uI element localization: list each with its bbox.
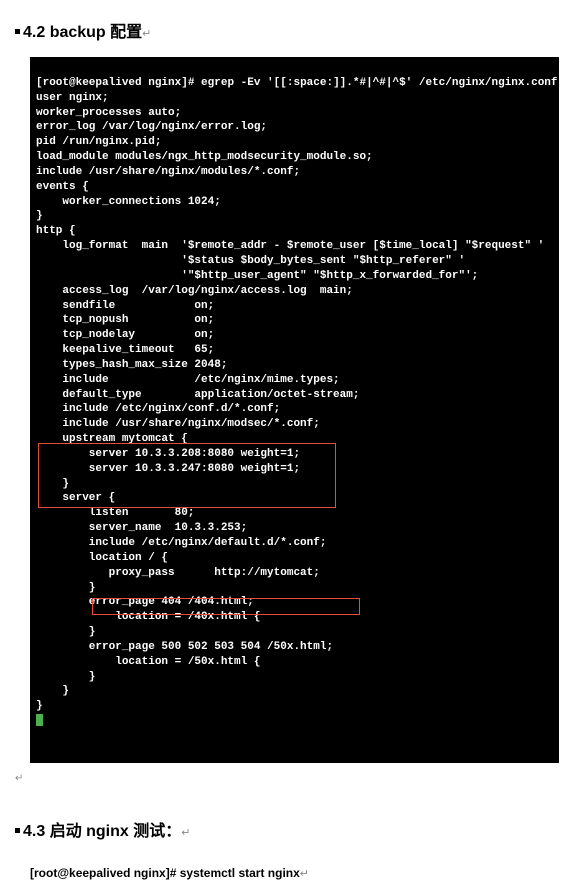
config-line: server { (36, 492, 115, 504)
config-line: http { (36, 225, 76, 237)
terminal-prompt: [root@keepalived nginx]# (36, 77, 194, 89)
command-text: systemctl start nginx (180, 866, 300, 880)
config-line: tcp_nopush on; (36, 314, 214, 326)
config-line: error_page 404 /404.html; (36, 596, 254, 608)
config-line: proxy_pass http://mytomcat; (36, 567, 320, 579)
config-line: location = /40x.html { (36, 611, 260, 623)
heading-text: 4.3 启动 nginx 测试： (23, 823, 181, 840)
config-line: include /usr/share/nginx/modules/*.conf; (36, 166, 300, 178)
config-line: } (36, 671, 95, 683)
config-line: '$status $body_bytes_sent "$http_referer… (36, 255, 465, 267)
terminal-command: egrep -Ev '[[:space:]].*#|^#|^$' /etc/ng… (201, 77, 557, 89)
config-line: sendfile on; (36, 300, 214, 312)
config-line: events { (36, 181, 89, 193)
return-marker: ↵ (181, 827, 190, 839)
config-line: load_module modules/ngx_http_modsecurity… (36, 151, 373, 163)
terminal-output: [root@keepalived nginx]# egrep -Ev '[[:s… (30, 57, 559, 763)
config-line: include /usr/share/nginx/modsec/*.conf; (36, 418, 320, 430)
config-line: } (36, 582, 95, 594)
return-marker-line: ↵ (0, 773, 578, 784)
config-line: tcp_nodelay on; (36, 329, 214, 341)
heading-text: 4.2 backup 配置 (23, 24, 142, 41)
config-line: '"$http_user_agent" "$http_x_forwarded_f… (36, 270, 478, 282)
config-line: } (36, 700, 43, 712)
config-line: } (36, 626, 95, 638)
return-marker: ↵ (300, 868, 309, 880)
config-line: server_name 10.3.3.253; (36, 522, 247, 534)
config-line: log_format main '$remote_addr - $remote_… (36, 240, 544, 252)
config-line: location = /50x.html { (36, 656, 260, 668)
config-line: } (36, 210, 43, 222)
config-line: server 10.3.3.208:8080 weight=1; (36, 448, 300, 460)
section-heading-42: 4.2 backup 配置↵ (0, 10, 578, 57)
config-line: user nginx; (36, 92, 109, 104)
cursor-icon (36, 714, 43, 726)
section-heading-43: 4.3 启动 nginx 测试：↵ (0, 809, 578, 856)
command-line: [root@keepalived nginx]# systemctl start… (0, 856, 578, 885)
config-line: pid /run/nginx.pid; (36, 136, 161, 148)
config-line: worker_connections 1024; (36, 196, 221, 208)
config-line: access_log /var/log/nginx/access.log mai… (36, 285, 353, 297)
config-line: types_hash_max_size 2048; (36, 359, 227, 371)
config-line: } (36, 685, 69, 697)
command-prompt: [root@keepalived nginx]# (30, 866, 176, 880)
config-line: default_type application/octet-stream; (36, 389, 359, 401)
bullet-icon (15, 29, 20, 34)
config-line: error_page 500 502 503 504 /50x.html; (36, 641, 333, 653)
return-marker: ↵ (142, 28, 151, 40)
config-line: include /etc/nginx/conf.d/*.conf; (36, 403, 280, 415)
config-line: include /etc/nginx/mime.types; (36, 374, 340, 386)
config-line: } (36, 478, 69, 490)
config-line: keepalive_timeout 65; (36, 344, 214, 356)
config-line: location / { (36, 552, 168, 564)
config-line: worker_processes auto; (36, 107, 181, 119)
config-line: include /etc/nginx/default.d/*.conf; (36, 537, 326, 549)
config-line: error_log /var/log/nginx/error.log; (36, 121, 267, 133)
config-line: listen 80; (36, 507, 194, 519)
config-line: upstream mytomcat { (36, 433, 188, 445)
config-line: server 10.3.3.247:8080 weight=1; (36, 463, 300, 475)
